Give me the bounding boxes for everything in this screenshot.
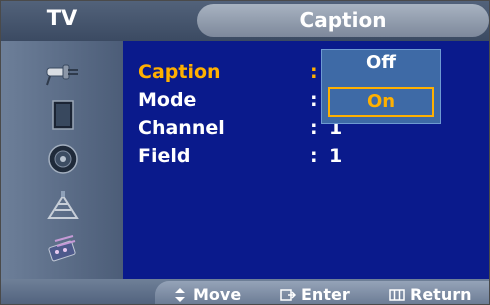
input-icon[interactable] — [43, 53, 83, 89]
channel-icon[interactable] — [43, 187, 83, 223]
move-hint: Move — [171, 285, 241, 304]
setup-icon[interactable] — [43, 231, 83, 267]
move-label: Move — [193, 285, 242, 304]
channel-row-label[interactable]: Channel — [138, 117, 225, 139]
caption-row-colon: : — [310, 61, 318, 83]
menu-title: Caption — [299, 8, 387, 32]
sound-icon[interactable] — [43, 141, 83, 177]
move-arrows-icon — [171, 287, 189, 303]
option-off[interactable]: Off — [322, 52, 440, 73]
enter-hint: Enter — [279, 285, 350, 304]
mode-row-colon: : — [310, 89, 318, 111]
top-bar: TV Caption — [1, 1, 489, 41]
sidebar — [1, 41, 123, 279]
picture-icon[interactable] — [43, 97, 83, 133]
caption-row-label[interactable]: Caption — [138, 61, 221, 83]
option-on[interactable]: On — [328, 87, 434, 117]
field-row-colon: : — [310, 145, 318, 167]
hint-bar: Move Enter Return — [155, 281, 489, 304]
field-row-value: 1 — [329, 145, 343, 167]
caption-dropdown[interactable]: Off On — [321, 49, 441, 124]
caption-menu: Caption : Mode : Channel : 1 Field : 1 O… — [123, 41, 489, 279]
mode-row-label[interactable]: Mode — [138, 89, 196, 111]
bottom-bar: Move Enter Return — [1, 279, 489, 304]
tv-osd-window: TV Caption Caption: Mode: Channel: 1 … — [0, 0, 490, 305]
field-row-label[interactable]: Field — [138, 145, 191, 167]
enter-label: Enter — [301, 285, 350, 304]
title-pill: Caption — [197, 4, 489, 37]
source-label: TV — [46, 6, 78, 30]
return-label: Return — [410, 285, 472, 304]
enter-icon — [279, 287, 297, 303]
return-icon — [388, 287, 406, 303]
channel-row-colon: : — [310, 117, 318, 139]
return-hint: Return — [388, 285, 472, 304]
